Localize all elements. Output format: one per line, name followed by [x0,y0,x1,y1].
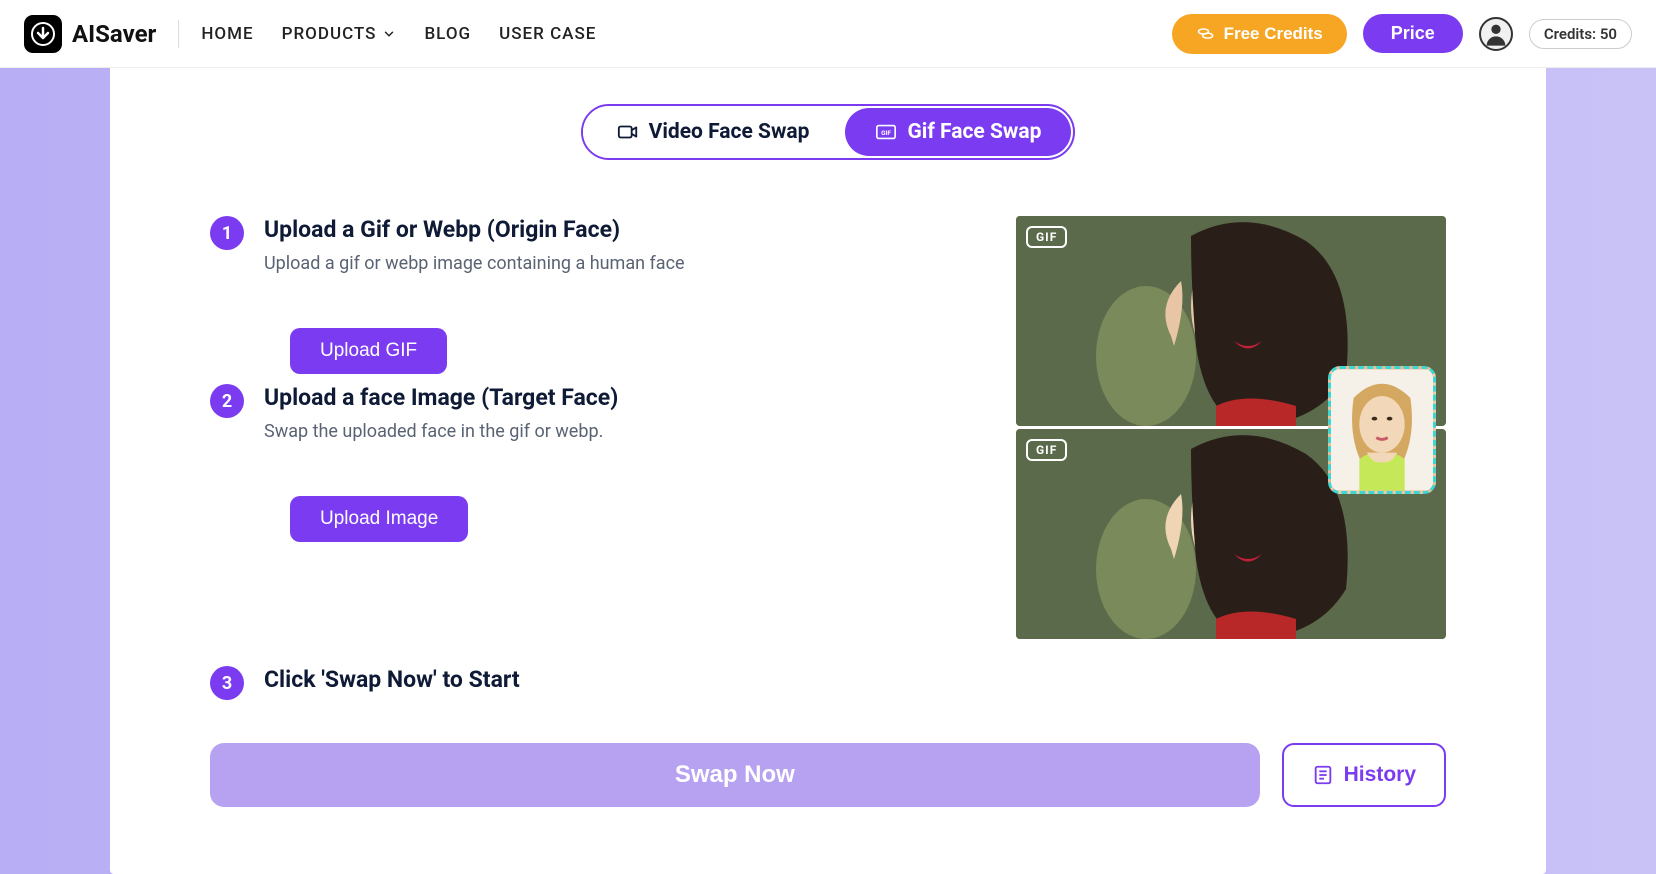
bottom-actions: Swap Now History [110,743,1546,807]
video-icon [617,121,639,143]
step-2-desc: Swap the uploaded face in the gif or web… [264,421,956,442]
upload-image-button[interactable]: Upload Image [290,496,468,542]
brand-name: AISaver [72,20,156,48]
tab-gif-label: Gif Face Swap [907,120,1041,144]
main-card: Video Face Swap GIF Gif Face Swap 1 Uplo… [110,68,1546,874]
header-right: Free Credits Price Credits: 50 [1172,14,1632,54]
step-number-3: 3 [210,666,244,700]
logo-icon [24,15,62,53]
user-icon [1482,20,1510,48]
step-2: 2 Upload a face Image (Target Face) Swap… [210,384,956,466]
target-face-image [1331,369,1433,491]
preview-stack: GIF G [1016,216,1446,639]
step-1-desc: Upload a gif or webp image containing a … [264,253,956,274]
history-label: History [1344,763,1416,787]
content-area: 1 Upload a Gif or Webp (Origin Face) Upl… [110,216,1546,642]
credits-badge: Credits: 50 [1529,19,1632,49]
tab-video-label: Video Face Swap [649,120,810,144]
step-3-title: Click 'Swap Now' to Start [264,666,1446,693]
target-face-thumbnail [1328,366,1436,494]
tab-video-face-swap[interactable]: Video Face Swap [583,106,844,158]
gif-badge: GIF [1026,226,1067,248]
step-1-body: Upload a Gif or Webp (Origin Face) Uploa… [264,216,956,298]
steps-column: 1 Upload a Gif or Webp (Origin Face) Upl… [210,216,956,642]
tab-gif-face-swap[interactable]: GIF Gif Face Swap [845,108,1071,156]
step-3: 3 Click 'Swap Now' to Start [110,666,1546,703]
nav-blog[interactable]: BLOG [424,24,471,44]
nav-products-label: PRODUCTS [282,24,377,44]
free-credits-label: Free Credits [1224,24,1323,44]
chevron-down-icon [382,27,396,41]
free-credits-button[interactable]: Free Credits [1172,14,1347,54]
svg-text:GIF: GIF [882,129,892,137]
history-button[interactable]: History [1282,743,1446,807]
preview-column: GIF G [1016,216,1446,642]
nav-usercase[interactable]: USER CASE [499,24,596,44]
app-header: AISaver HOME PRODUCTS BLOG USER CASE Fre… [0,0,1656,68]
step-number-2: 2 [210,384,244,418]
step-1: 1 Upload a Gif or Webp (Origin Face) Upl… [210,216,956,298]
logo[interactable]: AISaver [24,15,156,53]
step-2-title: Upload a face Image (Target Face) [264,384,956,411]
upload-gif-button[interactable]: Upload GIF [290,328,447,374]
divider [178,20,179,48]
step-2-body: Upload a face Image (Target Face) Swap t… [264,384,956,466]
main-nav: HOME PRODUCTS BLOG USER CASE [201,24,596,44]
step-3-body: Click 'Swap Now' to Start [264,666,1446,703]
history-icon [1312,764,1334,786]
nav-products[interactable]: PRODUCTS [282,24,397,44]
gif-icon: GIF [875,121,897,143]
tab-pill: Video Face Swap GIF Gif Face Swap [581,104,1076,160]
avatar[interactable] [1479,17,1513,51]
page-background: Video Face Swap GIF Gif Face Swap 1 Uplo… [0,68,1656,874]
step-1-title: Upload a Gif or Webp (Origin Face) [264,216,956,243]
swap-now-button[interactable]: Swap Now [210,743,1260,807]
coins-icon [1196,24,1216,44]
price-button[interactable]: Price [1363,14,1463,53]
nav-home[interactable]: HOME [201,24,253,44]
step-number-1: 1 [210,216,244,250]
tab-switch: Video Face Swap GIF Gif Face Swap [110,104,1546,160]
gif-badge-2: GIF [1026,439,1067,461]
